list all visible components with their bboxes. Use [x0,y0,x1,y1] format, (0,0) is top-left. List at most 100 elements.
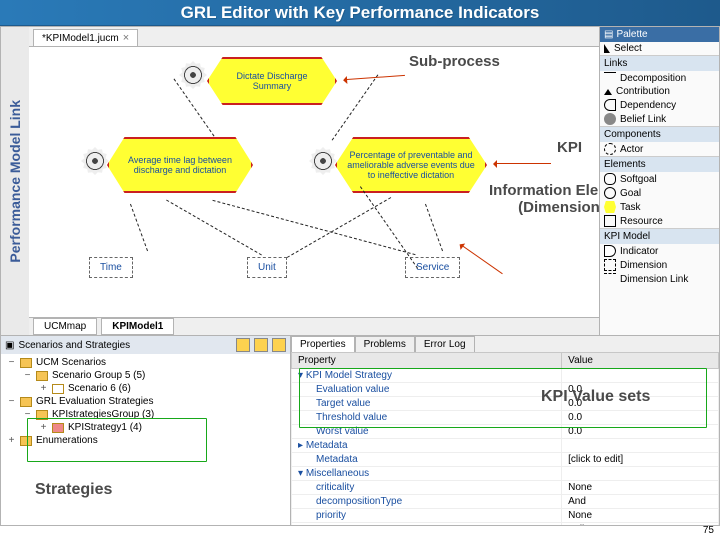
slide-title-banner: GRL Editor with Key Performance Indicato… [0,0,720,26]
side-label: Performance Model Link [1,27,29,335]
kpi-hexagon-left[interactable]: Average time lag between discharge and d… [107,137,253,193]
palette-panel: ▤Palette Select Links Decomposition Cont… [599,27,719,335]
dot-icon [604,113,616,125]
tree-item[interactable]: −GRL Evaluation Strategies [7,395,284,408]
palette-item-decomposition[interactable]: Decomposition [600,71,719,85]
tree-item[interactable]: −Scenario Group 5 (5) [7,369,284,382]
hexagon-icon [604,201,616,213]
palette-item-task[interactable]: Task [600,200,719,214]
twisty-icon[interactable]: − [7,396,16,407]
scenarios-icon: ▣ [5,340,14,351]
twisty-icon[interactable]: − [23,370,32,381]
dimension-link-icon [604,273,616,285]
prop-row[interactable]: Metadata[click to edit] [292,453,719,467]
folder-icon [36,410,48,420]
folder-icon [20,358,32,368]
palette-item-resource[interactable]: Resource [600,214,719,228]
tree-item[interactable]: +KPIStrategy1 (4) [7,421,284,434]
tab-properties[interactable]: Properties [291,336,355,352]
tree-item[interactable]: +Scenario 6 (6) [7,382,284,395]
palette-group-kpi[interactable]: KPI Model [600,228,719,244]
prop-row[interactable]: criticalityNone [292,481,719,495]
palette-item-belieflink[interactable]: Belief Link [600,112,719,126]
line-icon [604,72,616,84]
toolbar-button[interactable] [254,338,268,352]
col-property[interactable]: Property [292,353,562,369]
tab-ucmmap[interactable]: UCMmap [33,318,97,335]
callout-info-element: Information Element (Dimension) [489,182,599,216]
toolbar-button[interactable] [272,338,286,352]
palette-item-goal[interactable]: Goal [600,186,719,200]
gear-icon[interactable] [309,147,337,175]
prop-row[interactable]: typeIndicator [292,523,719,526]
gear-icon[interactable] [81,147,109,175]
twisty-icon[interactable]: + [39,422,48,433]
folder-icon [20,436,32,446]
arrow-icon [604,89,612,95]
close-icon[interactable]: × [123,32,129,44]
toolbar-button[interactable] [236,338,250,352]
folder-icon [20,397,32,407]
scenarios-view: ▣ Scenarios and Strategies −UCM Scenario… [1,336,291,525]
dimension-icon [604,259,616,271]
actor-icon [604,143,616,155]
tab-problems[interactable]: Problems [355,336,415,352]
prop-group[interactable]: Miscellaneous [292,467,719,481]
tree-item[interactable]: −UCM Scenarios [7,356,284,369]
palette-item-softgoal[interactable]: Softgoal [600,172,719,186]
prop-group[interactable]: KPI Model Strategy [292,369,719,383]
palette-item-actor[interactable]: Actor [600,142,719,156]
dimension-time[interactable]: Time [89,257,133,278]
prop-row[interactable]: priorityNone [292,509,719,523]
twisty-icon[interactable]: + [7,435,16,446]
page-number: 75 [703,525,714,536]
strategy-icon [52,423,64,433]
indicator-icon [604,245,616,257]
dependency-icon [604,99,616,111]
prop-row[interactable]: Threshold value0.0 [292,411,719,425]
properties-tab-bar: Properties Problems Error Log [291,336,719,352]
prop-group[interactable]: Metadata [292,439,719,453]
cursor-icon [604,44,610,53]
prop-row[interactable]: decompositionTypeAnd [292,495,719,509]
palette-item-dimension[interactable]: Dimension [600,258,719,272]
palette-item-contribution[interactable]: Contribution [600,85,719,98]
tab-errorlog[interactable]: Error Log [415,336,475,352]
palette-select[interactable]: Select [600,42,719,55]
twisty-icon[interactable]: + [39,383,48,394]
callout-strategies: Strategies [35,481,112,499]
scenarios-tree: −UCM Scenarios −Scenario Group 5 (5) +Sc… [1,354,290,449]
palette-item-dimension-link[interactable]: Dimension Link [600,272,719,286]
editor-tab-bar: *KPIModel1.jucm × [29,27,599,47]
col-value[interactable]: Value [562,353,719,369]
cloud-icon [604,173,616,185]
prop-row[interactable]: Target value0.0 [292,397,719,411]
dimension-service[interactable]: Service [405,257,460,278]
palette-group-elements[interactable]: Elements [600,156,719,172]
twisty-icon[interactable]: − [23,409,32,420]
callout-valuesets: KPI Value sets [541,388,650,406]
palette-group-links[interactable]: Links [600,55,719,71]
rect-icon [604,215,616,227]
tree-item[interactable]: −KPIstrategiesGroup (3) [7,408,284,421]
kpi-hexagon-right[interactable]: Percentage of preventable and ameliorabl… [335,137,487,193]
dimension-unit[interactable]: Unit [247,257,287,278]
callout-kpi: KPI [557,139,582,156]
tab-kpimodel[interactable]: KPIModel1 [101,318,174,335]
diagram-canvas[interactable]: Dictate Discharge Summary Average time l… [29,47,599,317]
canvas-bottom-tabs: UCMmap KPIModel1 [29,317,599,335]
tree-item[interactable]: +Enumerations [7,434,284,447]
palette-item-dependency[interactable]: Dependency [600,98,719,112]
prop-row[interactable]: Evaluation value0.0 [292,383,719,397]
palette-icon: ▤ [604,29,613,40]
prop-row[interactable]: Worst value0.0 [292,425,719,439]
gear-icon[interactable] [179,61,207,89]
editor-tab[interactable]: *KPIModel1.jucm × [33,29,138,46]
slide-title: GRL Editor with Key Performance Indicato… [181,3,540,23]
twisty-icon[interactable]: − [7,357,16,368]
palette-group-components[interactable]: Components [600,126,719,142]
subprocess-hexagon[interactable]: Dictate Discharge Summary [207,57,337,105]
properties-view: Properties Problems Error Log PropertyVa… [291,336,719,525]
palette-item-indicator[interactable]: Indicator [600,244,719,258]
scenarios-toolbar [236,338,286,352]
